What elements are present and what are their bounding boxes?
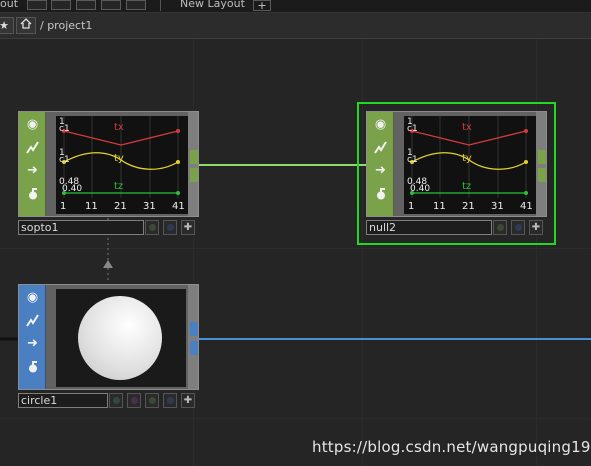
channel-label-tx: tx — [114, 122, 124, 133]
channel-sub-value: c1 — [59, 155, 70, 165]
node-flag-button[interactable] — [163, 393, 177, 408]
channel-sub-value: c1 — [407, 124, 418, 134]
x-tick-label: 41 — [520, 201, 533, 212]
x-tick-label: 1 — [60, 201, 67, 212]
viewer-toggle-icon[interactable]: ◉ — [23, 115, 42, 134]
x-tick-label: 41 — [172, 201, 185, 212]
lock-icon[interactable] — [23, 357, 42, 376]
viewer-toggle-icon[interactable]: ◉ — [23, 288, 42, 307]
node-right-strip — [188, 285, 198, 389]
channel-sub-value: 0.40 — [62, 184, 83, 194]
x-tick-label: 11 — [433, 201, 446, 212]
export-arrow-icon[interactable]: ➜ — [23, 334, 42, 353]
output-connector[interactable] — [190, 168, 198, 182]
chop-viewer[interactable]: 1 c1 tx 1 c1 ty 0.48 0.40 tz 1 11 21 31 … — [404, 116, 537, 214]
node-flag-button[interactable] — [127, 393, 141, 408]
x-tick-label: 1 — [408, 201, 415, 212]
gear-icon[interactable]: ✚ — [181, 220, 195, 235]
x-tick-label: 31 — [491, 201, 504, 212]
channel-sub-value: 0.40 — [410, 184, 431, 194]
bypass-icon[interactable] — [371, 138, 390, 157]
node-flag-button[interactable] — [163, 220, 177, 235]
node-flag-button[interactable] — [145, 393, 159, 408]
node-icon-column: ◉ ➜ — [367, 112, 394, 216]
output-connector[interactable] — [190, 150, 198, 164]
node-flag-button[interactable] — [109, 393, 123, 408]
bypass-icon[interactable] — [23, 138, 42, 157]
node-right-strip — [188, 112, 198, 216]
watermark-text: https://blog.csdn.net/wangpuqing1997 — [312, 438, 591, 456]
channel-label-ty: ty — [462, 153, 472, 164]
node-icon-column: ◉ ➜ — [19, 112, 46, 216]
node-flag-button[interactable] — [145, 220, 159, 235]
chop-viewer[interactable]: 1 c1 tx 1 c1 ty 0.48 0.40 tz 1 11 21 31 … — [56, 116, 189, 214]
channel-sub-value: c1 — [407, 155, 418, 165]
output-connector[interactable] — [190, 322, 198, 336]
node-name-label[interactable]: sopto1 — [18, 220, 144, 235]
x-tick-label: 31 — [143, 201, 156, 212]
export-arrow-icon[interactable]: ➜ — [23, 161, 42, 180]
x-tick-label: 21 — [462, 201, 475, 212]
node-flag-button[interactable] — [493, 220, 507, 235]
output-connector[interactable] — [538, 150, 546, 164]
lock-icon[interactable] — [371, 184, 390, 203]
top-viewer[interactable] — [56, 289, 186, 387]
node-name-label[interactable]: null2 — [366, 220, 492, 235]
export-arrow-icon[interactable]: ➜ — [371, 161, 390, 180]
dependency-arrow-icon — [103, 260, 113, 268]
channel-label-ty: ty — [114, 153, 124, 164]
viewer-toggle-icon[interactable]: ◉ — [371, 115, 390, 134]
output-connector[interactable] — [538, 168, 546, 182]
output-connector[interactable] — [190, 341, 198, 355]
gear-icon[interactable]: ✚ — [529, 220, 543, 235]
x-tick-label: 11 — [85, 201, 98, 212]
gear-icon[interactable]: ✚ — [181, 393, 195, 408]
x-tick-label: 21 — [114, 201, 127, 212]
lock-icon[interactable] — [23, 184, 42, 203]
channel-label-tx: tx — [462, 122, 472, 133]
node-icon-column: ◉ ➜ — [19, 285, 46, 389]
node-flag-button[interactable] — [511, 220, 525, 235]
circle-preview — [78, 296, 162, 380]
node-name-label[interactable]: circle1 — [18, 393, 108, 408]
channel-sub-value: c1 — [59, 124, 70, 134]
channel-label-tz: tz — [114, 181, 124, 192]
channel-label-tz: tz — [462, 181, 472, 192]
node-right-strip — [536, 112, 546, 216]
bypass-icon[interactable] — [23, 311, 42, 330]
